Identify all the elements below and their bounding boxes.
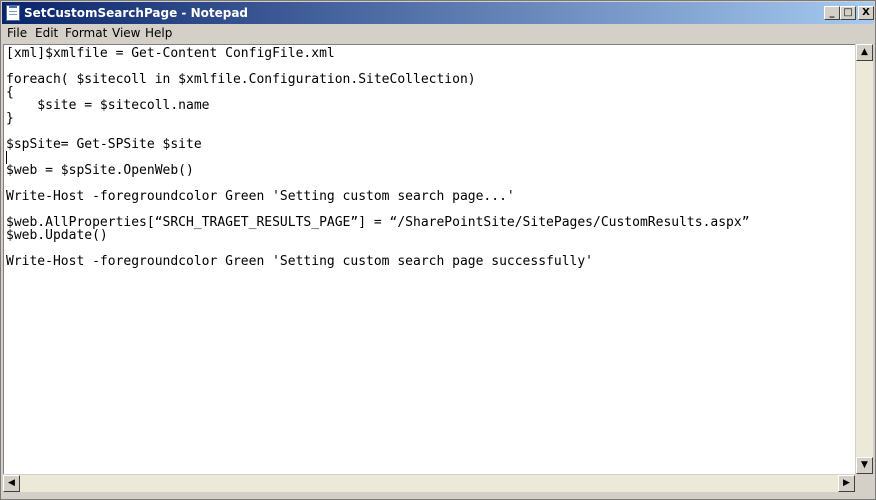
notepad-icon — [6, 5, 20, 21]
notepad-window: SetCustomSearchPage - Notepad _ □ X File… — [0, 0, 876, 500]
title-bar[interactable]: SetCustomSearchPage - Notepad _ □ X — [2, 2, 874, 24]
horizontal-scrollbar[interactable]: ◀ ▶ — [3, 475, 855, 492]
menu-bar: File Edit Format View Help — [2, 24, 874, 43]
code-line: Write-Host -foregroundcolor Green 'Setti… — [6, 189, 515, 204]
scroll-right-icon[interactable]: ▶ — [838, 475, 855, 492]
scroll-up-icon[interactable]: ▲ — [856, 44, 873, 61]
code-line: $web = $spSite.OpenWeb() — [6, 163, 194, 178]
menu-view[interactable]: View — [112, 26, 140, 40]
scroll-down-icon[interactable]: ▼ — [856, 457, 873, 474]
code-line: $spSite= Get-SPSite $site — [6, 137, 202, 152]
code-line: $web.Update() — [6, 228, 108, 243]
code-line: } — [6, 111, 14, 126]
vertical-scrollbar[interactable]: ▲ ▼ — [856, 44, 873, 474]
code-line: [xml]$xmlfile = Get-Content ConfigFile.x… — [6, 46, 335, 61]
code-line: $site = $sitecoll.name — [6, 98, 210, 113]
scroll-left-icon[interactable]: ◀ — [3, 475, 20, 492]
menu-help[interactable]: Help — [145, 26, 172, 40]
menu-file[interactable]: File — [7, 26, 27, 40]
close-button[interactable]: X — [858, 6, 874, 20]
minimize-button[interactable]: _ — [824, 6, 840, 20]
window-title: SetCustomSearchPage - Notepad — [24, 6, 249, 20]
menu-edit[interactable]: Edit — [35, 26, 58, 40]
text-editor[interactable]: [xml]$xmlfile = Get-Content ConfigFile.x… — [3, 44, 855, 474]
code-line: foreach( $sitecoll in $xmlfile.Configura… — [6, 72, 476, 87]
code-line: Write-Host -foregroundcolor Green 'Setti… — [6, 254, 593, 269]
menu-format[interactable]: Format — [65, 26, 107, 40]
code-line: $web.AllProperties[“SRCH_TRAGET_RESULTS_… — [6, 215, 750, 230]
resize-grip[interactable] — [856, 475, 873, 492]
maximize-button[interactable]: □ — [840, 6, 856, 20]
